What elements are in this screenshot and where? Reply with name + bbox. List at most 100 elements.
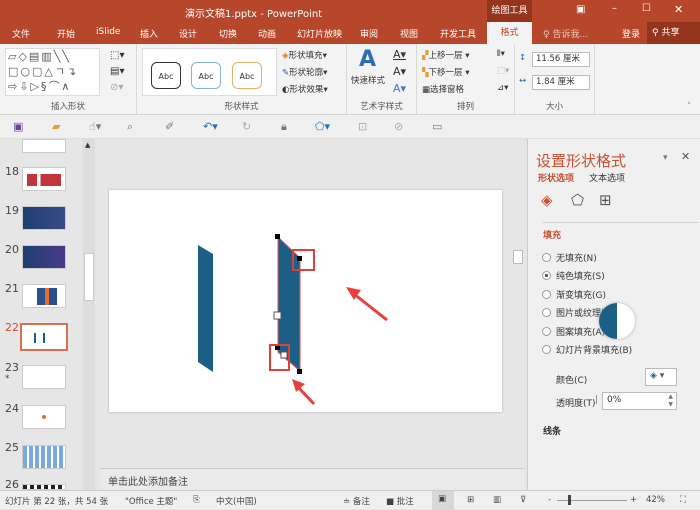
pane-options-icon[interactable]: ▾ [663, 153, 668, 163]
vertex-handle[interactable] [297, 369, 302, 374]
merge-shapes-icon[interactable]: ⊘▾ [110, 82, 123, 93]
slide-thumbnail[interactable] [22, 365, 66, 389]
touch-mode-icon[interactable]: ☝▾ [89, 120, 101, 133]
ribbon-display-icon[interactable]: ▣ [576, 4, 585, 15]
thumbnail-scrollbar[interactable]: ▲ [83, 139, 95, 490]
print-preview-icon[interactable]: ⌕ [127, 120, 133, 134]
minimize-icon[interactable]: – [612, 3, 617, 14]
maximize-icon[interactable]: ☐ [642, 3, 651, 14]
tab-file[interactable]: 文件 [12, 27, 30, 40]
shape-effects-button[interactable]: ◐形状效果▾ [282, 83, 328, 95]
tab-developer[interactable]: 开发工具 [440, 27, 476, 40]
vertex-handle[interactable] [297, 256, 302, 261]
scroll-up-icon[interactable]: ▲ [85, 141, 90, 149]
parallelogram-shape[interactable] [198, 245, 213, 372]
transparency-input[interactable]: 0% ▲ ▼ [602, 392, 677, 410]
radio-pattern-fill[interactable] [542, 327, 551, 336]
text-effects-icon[interactable]: A▾ [393, 82, 406, 95]
tab-transitions[interactable]: 切换 [219, 27, 237, 40]
comments-button[interactable]: ■ 批注 [386, 495, 414, 507]
tab-insert[interactable]: 插入 [140, 27, 158, 40]
slide-thumbnail[interactable] [22, 139, 66, 153]
spell-check-icon[interactable]: ⎘ [193, 495, 200, 505]
quick-styles-button[interactable]: 快速样式 [351, 74, 385, 86]
edit-shape-icon[interactable]: ⬚▾ [110, 50, 124, 61]
midpoint-handle[interactable] [273, 311, 282, 320]
midpoint-handle[interactable] [280, 351, 288, 359]
tab-design[interactable]: 设计 [179, 27, 197, 40]
normal-view-button[interactable]: ▣ [432, 491, 454, 510]
text-fill-icon[interactable]: A▾ [393, 48, 406, 61]
group-icon[interactable]: ⬚▾ [497, 66, 509, 76]
radio-solid-fill[interactable] [542, 271, 551, 280]
notes-button[interactable]: ≐ 备注 [343, 495, 370, 507]
slide-canvas[interactable] [109, 190, 502, 412]
rotate-icon[interactable]: ⊿▾ [497, 83, 508, 93]
shape-icon[interactable]: ⬠▾ [315, 120, 330, 133]
section-fill[interactable]: 填充 [543, 228, 561, 241]
style-sample[interactable]: Abc [191, 62, 221, 89]
zoom-out-button[interactable]: - [548, 495, 551, 505]
notes-area[interactable]: 单击此处添加备注 [100, 468, 525, 490]
picture-icon[interactable]: ▭ [432, 120, 442, 133]
vertex-handle[interactable] [275, 234, 280, 239]
effects-pentagon-icon[interactable]: ⬠ [571, 191, 584, 209]
format-painter-icon[interactable]: ✐ [165, 120, 174, 133]
slide-sorter-icon[interactable]: ⊞ [467, 495, 474, 505]
style-sample[interactable]: Abc [151, 62, 181, 89]
slide-thumbnail[interactable] [22, 245, 66, 269]
share-button[interactable]: ⚲ 共享 [647, 22, 700, 44]
tell-me-search[interactable]: ♀ 告诉我... [543, 27, 588, 40]
bring-forward-button[interactable]: ▞上移一层 ▾ [422, 49, 470, 61]
redo-icon[interactable]: ↻ [242, 120, 251, 133]
tab-slideshow[interactable]: 幻灯片放映 [297, 27, 342, 40]
open-folder-icon[interactable]: ▰ [52, 120, 60, 133]
language[interactable]: 中文(中国) [216, 495, 257, 507]
pane-close-icon[interactable]: ✕ [681, 150, 690, 163]
tab-format[interactable]: 格式 [487, 22, 532, 44]
zoom-level[interactable]: 42% [646, 495, 665, 505]
slide-thumbnail[interactable] [22, 445, 66, 469]
text-outline-icon[interactable]: A▾ [393, 65, 406, 78]
scroll-thumb[interactable] [84, 253, 94, 301]
radio-no-fill[interactable] [542, 253, 551, 262]
login-link[interactable]: 登录 [622, 27, 640, 40]
align-icon[interactable]: ⫴▾ [497, 49, 505, 59]
lock-icon[interactable]: 🔒︎ [281, 120, 287, 134]
style-sample[interactable]: Abc [232, 62, 262, 89]
text-box-icon[interactable]: ▤▾ [110, 66, 124, 77]
undo-icon[interactable]: ↶▾ [203, 120, 218, 133]
shape-outline-button[interactable]: ✎形状轮廓▾ [282, 66, 327, 78]
tab-animations[interactable]: 动画 [258, 27, 276, 40]
ungroup-icon[interactable]: ⊡ [358, 120, 367, 133]
tab-review[interactable]: 审阅 [360, 27, 378, 40]
slide-thumbnail[interactable] [22, 284, 66, 308]
shapes-gallery[interactable]: ▱◇▤▥╲╲ □○▢△ㄱ↴ ⇨⇩▷§⌒∧ [5, 48, 100, 96]
zoom-in-button[interactable]: + [630, 495, 637, 505]
width-input[interactable]: 1.84 厘米 [532, 75, 590, 90]
reading-view-icon[interactable]: ▥ [493, 495, 501, 505]
size-properties-icon[interactable]: ⊞ [599, 191, 612, 209]
slide-thumbnail[interactable] [22, 167, 66, 191]
save-icon[interactable]: ▣ [13, 120, 23, 133]
height-input[interactable]: 11.56 厘米 [532, 52, 590, 67]
slide-thumbnail[interactable] [22, 405, 66, 429]
merge-icon[interactable]: ⊘ [394, 120, 403, 133]
tab-home[interactable]: 开始 [57, 27, 75, 40]
shape-fill-button[interactable]: ◈形状填充▾ [282, 49, 327, 61]
tab-shape-options[interactable]: 形状选项 [538, 171, 574, 184]
send-backward-button[interactable]: ▚下移一层 ▾ [422, 66, 470, 78]
fill-line-icon[interactable]: ◈ [541, 191, 553, 209]
tab-text-options[interactable]: 文本选项 [589, 171, 625, 184]
canvas-scroll-thumb[interactable] [513, 250, 523, 264]
radio-gradient-fill[interactable] [542, 290, 551, 299]
slide-thumbnail[interactable] [22, 206, 66, 230]
close-icon[interactable]: ✕ [674, 3, 683, 16]
slideshow-icon[interactable]: ⊽ [520, 495, 526, 505]
tab-view[interactable]: 视图 [400, 27, 418, 40]
fit-slide-icon[interactable]: ⛶ [680, 495, 686, 505]
radio-picture-fill[interactable] [542, 308, 551, 317]
color-picker-button[interactable]: ◈ ▾ [645, 368, 677, 386]
tab-islide[interactable]: iSlide [96, 27, 120, 37]
selection-pane-button[interactable]: ▦选择窗格 [422, 83, 464, 95]
